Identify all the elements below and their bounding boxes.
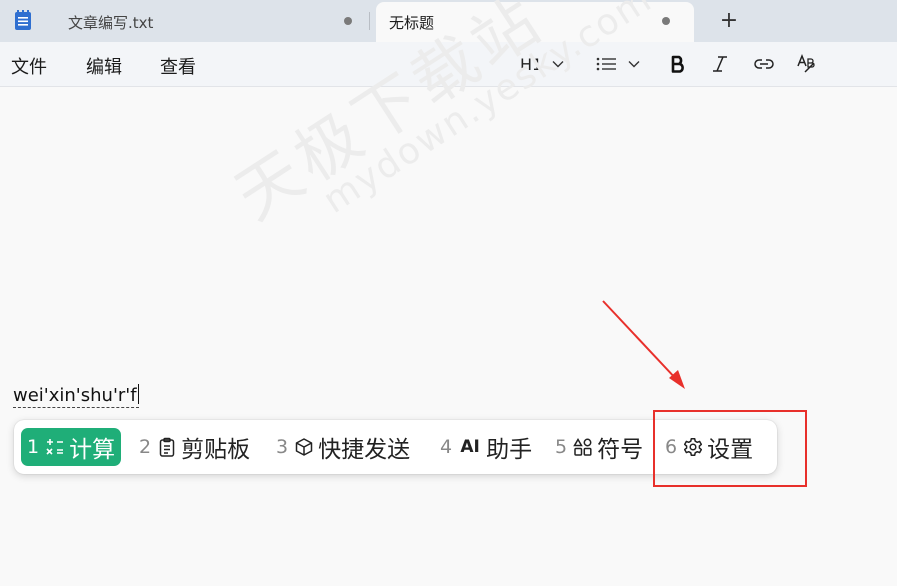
candidate-number: 1 — [27, 436, 40, 458]
annotation-highlight-box — [653, 410, 807, 487]
ime-composition-text: wei'xin'shu'r'f — [13, 384, 139, 408]
notepad-app-icon — [15, 10, 31, 30]
candidate-quick-send[interactable]: 3 快捷发送 — [276, 428, 410, 466]
bold-button[interactable] — [670, 50, 686, 78]
tab-article-txt[interactable]: 文章编写.txt — [52, 0, 368, 42]
list-icon — [596, 57, 616, 71]
list-dropdown[interactable] — [596, 50, 640, 78]
italic-icon — [713, 56, 727, 72]
menu-file[interactable]: 文件 — [11, 53, 47, 79]
heading-dropdown[interactable]: H1 — [520, 50, 564, 78]
candidate-label: 快捷发送 — [318, 437, 411, 463]
tab-bar: 文章编写.txt 无标题 + — [0, 0, 897, 44]
tab-divider — [369, 12, 370, 30]
candidate-number: 3 — [276, 436, 289, 458]
italic-button[interactable] — [712, 50, 728, 78]
unsaved-dot-icon[interactable] — [344, 17, 352, 25]
tab-title: 无标题 — [389, 14, 435, 32]
composition-string: wei'xin'shu'r'f — [13, 385, 137, 406]
clipboard-icon — [157, 437, 177, 457]
tab-untitled[interactable]: 无标题 — [376, 2, 694, 44]
link-icon — [754, 59, 774, 69]
link-button[interactable] — [753, 50, 775, 78]
heading-label: H1 — [520, 54, 543, 74]
chevron-down-icon — [628, 61, 640, 68]
candidate-clipboard[interactable]: 2 剪贴板 — [139, 428, 250, 466]
spellcheck-button[interactable] — [796, 50, 818, 78]
cube-icon — [294, 437, 314, 457]
menu-bar: 文件 编辑 查看 H1 — [0, 42, 897, 87]
menu-view[interactable]: 查看 — [160, 53, 196, 79]
text-caret — [137, 384, 139, 404]
bold-icon — [671, 55, 684, 73]
candidate-label: 计算 — [69, 437, 116, 463]
menu-edit[interactable]: 编辑 — [86, 53, 122, 79]
candidate-number: 2 — [139, 436, 152, 458]
spellcheck-icon — [797, 53, 815, 73]
calculator-icon — [45, 437, 65, 457]
candidate-number: 4 — [440, 436, 453, 458]
candidate-label: 符号 — [597, 437, 644, 463]
candidate-calculate[interactable]: 1 计算 — [21, 428, 122, 466]
ai-icon: AI — [460, 437, 480, 457]
new-tab-button[interactable]: + — [714, 6, 744, 36]
editor-area[interactable] — [0, 87, 897, 586]
candidate-number: 5 — [555, 436, 568, 458]
tab-title: 文章编写.txt — [68, 14, 154, 32]
candidate-label: 助手 — [486, 437, 533, 463]
candidate-label: 剪贴板 — [181, 437, 251, 463]
chevron-down-icon — [552, 61, 564, 68]
symbols-icon — [573, 437, 593, 457]
candidate-symbols[interactable]: 5 符号 — [555, 428, 643, 466]
unsaved-dot-icon[interactable] — [662, 17, 670, 25]
candidate-assistant[interactable]: 4 AI 助手 — [440, 428, 532, 466]
